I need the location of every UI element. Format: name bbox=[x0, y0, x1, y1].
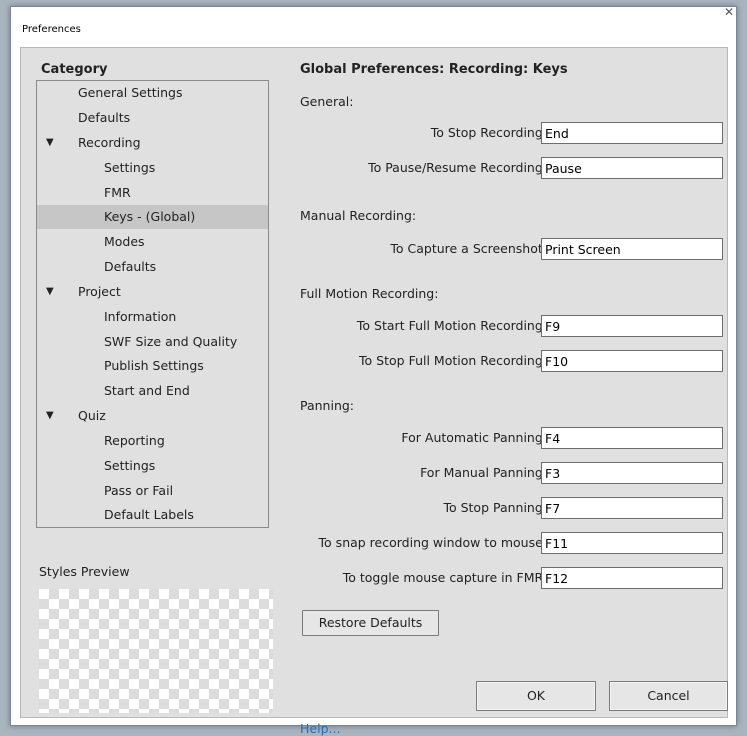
title-bar[interactable]: Preferences ✕ bbox=[11, 5, 736, 47]
tree-item-label: Keys - (Global) bbox=[104, 209, 196, 224]
tree-item-publish-settings[interactable]: Publish Settings bbox=[37, 354, 268, 378]
tree-item-label: Defaults bbox=[104, 259, 157, 274]
window-title: Preferences bbox=[22, 24, 81, 35]
section-full-motion: Full Motion Recording: bbox=[300, 286, 439, 301]
section-manual-recording: Manual Recording: bbox=[300, 208, 417, 223]
section-panning: Panning: bbox=[300, 398, 355, 413]
stop-recording-field[interactable] bbox=[541, 122, 723, 144]
start-fmr-label: To Start Full Motion Recording: bbox=[356, 318, 547, 333]
ok-button[interactable]: OK bbox=[476, 681, 596, 711]
snap-window-label: To snap recording window to mouse: bbox=[318, 535, 547, 550]
tree-item-label: Modes bbox=[104, 234, 145, 249]
styles-preview-canvas bbox=[39, 589, 273, 713]
manual-panning-field[interactable] bbox=[541, 462, 723, 484]
tree-item-label: Start and End bbox=[104, 383, 190, 398]
tree-item-reporting[interactable]: Reporting bbox=[37, 429, 268, 453]
tree-item-label: Recording bbox=[78, 135, 141, 150]
toggle-mouse-capture-field[interactable] bbox=[541, 567, 723, 589]
tree-item-modes[interactable]: Modes bbox=[37, 230, 268, 254]
tree-item-label: Project bbox=[78, 284, 121, 299]
capture-screenshot-field[interactable] bbox=[541, 238, 723, 260]
tree-item-keys-global[interactable]: Keys - (Global) bbox=[37, 205, 268, 229]
cancel-button[interactable]: Cancel bbox=[609, 681, 728, 711]
stop-recording-label: To Stop Recording: bbox=[430, 125, 547, 140]
tree-item-label: Reporting bbox=[104, 433, 165, 448]
expand-arrow-icon[interactable]: ▼ bbox=[46, 280, 54, 304]
start-fmr-field[interactable] bbox=[541, 315, 723, 337]
capture-screenshot-label: To Capture a Screenshot: bbox=[390, 241, 547, 256]
automatic-panning-field[interactable] bbox=[541, 427, 723, 449]
pause-resume-field[interactable] bbox=[541, 157, 723, 179]
tree-item-default-labels[interactable]: Default Labels bbox=[37, 503, 268, 527]
tree-item-label: SWF Size and Quality bbox=[104, 334, 238, 349]
tree-item-start-and-end[interactable]: Start and End bbox=[37, 379, 268, 403]
manual-panning-label: For Manual Panning: bbox=[420, 465, 547, 480]
tree-item-quiz-settings[interactable]: Settings bbox=[37, 454, 268, 478]
tree-item-label: Defaults bbox=[78, 110, 131, 125]
dialog-body: Category General Settings Defaults ▼ Reco… bbox=[20, 47, 728, 736]
stop-panning-label: To Stop Panning: bbox=[443, 500, 547, 515]
category-tree[interactable]: General Settings Defaults ▼ Recording Set… bbox=[36, 80, 269, 528]
tree-item-label: Pass or Fail bbox=[104, 483, 174, 498]
tree-item-information[interactable]: Information bbox=[37, 305, 268, 329]
tree-item-label: Default Labels bbox=[104, 507, 194, 522]
tree-item-defaults[interactable]: Defaults bbox=[37, 106, 268, 130]
pause-resume-label: To Pause/Resume Recording: bbox=[368, 160, 547, 175]
close-icon[interactable]: ✕ bbox=[724, 5, 734, 19]
tree-item-pass-or-fail[interactable]: Pass or Fail bbox=[37, 479, 268, 503]
stop-fmr-label: To Stop Full Motion Recording: bbox=[359, 353, 547, 368]
category-heading: Category bbox=[41, 62, 108, 77]
tree-item-label: Settings bbox=[104, 160, 156, 175]
tree-item-label: Quiz bbox=[78, 408, 106, 423]
tree-item-swf-size-quality[interactable]: SWF Size and Quality bbox=[37, 330, 268, 354]
tree-item-project[interactable]: ▼ Project bbox=[37, 280, 268, 304]
tree-item-label: FMR bbox=[104, 185, 131, 200]
tree-item-recording-defaults[interactable]: Defaults bbox=[37, 255, 268, 279]
expand-arrow-icon[interactable]: ▼ bbox=[46, 131, 54, 155]
tree-item-recording[interactable]: ▼ Recording bbox=[37, 131, 268, 155]
toggle-mouse-capture-label: To toggle mouse capture in FMR: bbox=[342, 570, 547, 585]
snap-window-field[interactable] bbox=[541, 532, 723, 554]
tree-item-fmr[interactable]: FMR bbox=[37, 181, 268, 205]
panel-heading: Global Preferences: Recording: Keys bbox=[300, 62, 568, 77]
tree-item-label: Information bbox=[104, 309, 177, 324]
tree-item-label: Publish Settings bbox=[104, 358, 204, 373]
restore-defaults-button[interactable]: Restore Defaults bbox=[302, 610, 439, 636]
expand-arrow-icon[interactable]: ▼ bbox=[46, 404, 54, 428]
stop-panning-field[interactable] bbox=[541, 497, 723, 519]
tree-item-recording-settings[interactable]: Settings bbox=[37, 156, 268, 180]
tree-item-label: General Settings bbox=[78, 85, 183, 100]
tree-item-general-settings[interactable]: General Settings bbox=[37, 81, 268, 105]
tree-item-quiz[interactable]: ▼ Quiz bbox=[37, 404, 268, 428]
section-general: General: bbox=[300, 94, 354, 109]
automatic-panning-label: For Automatic Panning: bbox=[401, 430, 547, 445]
tree-item-label: Settings bbox=[104, 458, 156, 473]
styles-preview-label: Styles Preview bbox=[39, 564, 130, 579]
stop-fmr-field[interactable] bbox=[541, 350, 723, 372]
preferences-window: Preferences ✕ Category General Settings … bbox=[10, 5, 737, 736]
